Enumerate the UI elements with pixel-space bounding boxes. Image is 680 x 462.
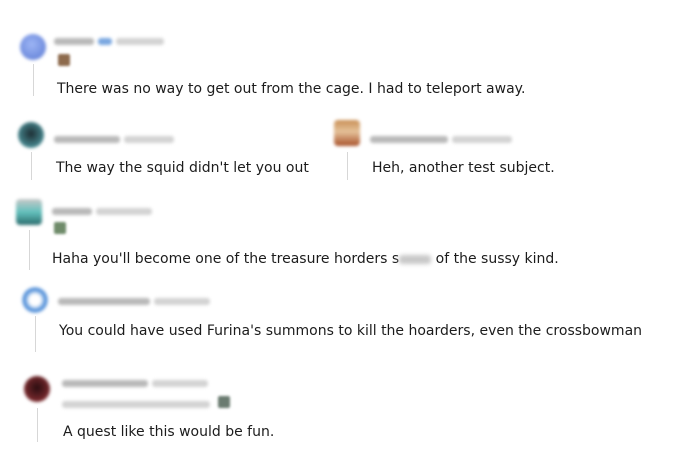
- comment-text: Haha you'll become one of the treasure h…: [52, 251, 559, 267]
- thread-line[interactable]: [31, 152, 32, 180]
- comment-meta: [370, 134, 512, 144]
- comment-text: There was no way to get out from the cag…: [57, 81, 526, 97]
- thread-line[interactable]: [347, 152, 348, 180]
- redacted-text: [399, 254, 432, 264]
- comment-flair: [62, 399, 210, 409]
- emoji-icon: [218, 396, 230, 408]
- comment-meta: [54, 36, 164, 46]
- avatar[interactable]: [22, 287, 48, 313]
- comment-meta: [54, 134, 174, 144]
- comment-text: You could have used Furina's summons to …: [59, 323, 643, 339]
- avatar[interactable]: [16, 199, 42, 225]
- comment-meta: [52, 206, 152, 216]
- thread-line[interactable]: [35, 316, 36, 352]
- avatar[interactable]: [18, 122, 44, 148]
- avatar[interactable]: [24, 376, 50, 402]
- comment-text: A quest like this would be fun.: [63, 424, 275, 440]
- thread-line[interactable]: [33, 64, 34, 96]
- comment-text: The way the squid didn't let you out: [56, 160, 309, 176]
- thread-line[interactable]: [37, 408, 38, 442]
- avatar[interactable]: [20, 34, 46, 60]
- avatar[interactable]: [334, 120, 360, 146]
- comment-meta: [58, 296, 210, 306]
- emoji-icon: [58, 54, 70, 66]
- comment-text: Heh, another test subject.: [372, 160, 555, 176]
- comment-meta: [62, 378, 208, 388]
- thread-line[interactable]: [29, 230, 30, 270]
- emoji-icon: [54, 222, 66, 234]
